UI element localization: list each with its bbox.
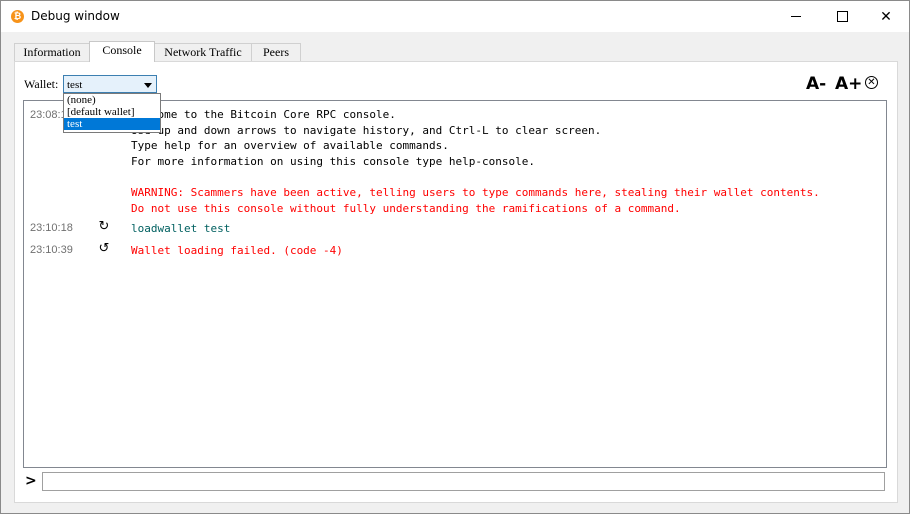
wallet-select[interactable]: test (63, 75, 157, 93)
wallet-label: Wallet: (24, 77, 59, 91)
command-input-icon: ↻ (98, 219, 110, 234)
wallet-selected-value: test (67, 79, 83, 91)
dropdown-arrow-icon (144, 83, 152, 88)
tab-peers[interactable]: Peers (251, 43, 301, 61)
welcome-line-3: Type help for an overview of available c… (131, 139, 449, 152)
window-title: Debug window (31, 9, 120, 23)
minimize-icon (791, 16, 801, 17)
command-text: loadwallet test (131, 222, 231, 235)
minimize-button[interactable] (773, 1, 819, 32)
tab-network-traffic[interactable]: Network Traffic (154, 43, 252, 61)
clear-console-button[interactable]: ✕ (865, 76, 878, 89)
tab-console[interactable]: Console (89, 41, 155, 62)
welcome-line-4: For more information on using this conso… (131, 154, 535, 168)
command-reply-icon: ↺ (98, 241, 110, 256)
font-decrease-button[interactable]: A- (806, 74, 826, 94)
wallet-option-default[interactable]: [default wallet] (64, 106, 160, 118)
warning-line-1: WARNING: Scammers have been active, tell… (131, 186, 820, 199)
console-input[interactable] (42, 472, 885, 491)
reply-text: Wallet loading failed. (code -4) (131, 244, 343, 257)
font-increase-button[interactable]: A+ (835, 74, 862, 94)
warning-line-2: Do not use this console without fully un… (131, 201, 681, 215)
tab-information[interactable]: Information (14, 43, 90, 61)
wallet-option-none[interactable]: (none) (64, 94, 160, 106)
wallet-dropdown-list: (none) [default wallet] test (63, 93, 161, 133)
title-bar: ₿ Debug window ✕ (1, 1, 909, 32)
clear-icon: ✕ (867, 77, 876, 88)
prompt-chevron-icon: > (25, 473, 37, 489)
message-timestamp: 23:08:1 (30, 109, 67, 121)
close-button[interactable]: ✕ (863, 1, 909, 32)
welcome-line-1: Welcome to the Bitcoin Core RPC console. (131, 108, 396, 121)
close-icon: ✕ (880, 8, 892, 24)
wallet-option-test[interactable]: test (64, 118, 160, 130)
maximize-icon (836, 11, 848, 22)
console-output[interactable]: 23:08:1 Welcome to the Bitcoin Core RPC … (23, 100, 887, 468)
welcome-line-2: Use up and down arrows to navigate histo… (131, 123, 602, 137)
command-timestamp: 23:10:18 (30, 222, 73, 234)
bitcoin-icon: ₿ (11, 10, 24, 23)
maximize-button[interactable] (819, 1, 865, 32)
reply-timestamp: 23:10:39 (30, 244, 73, 256)
